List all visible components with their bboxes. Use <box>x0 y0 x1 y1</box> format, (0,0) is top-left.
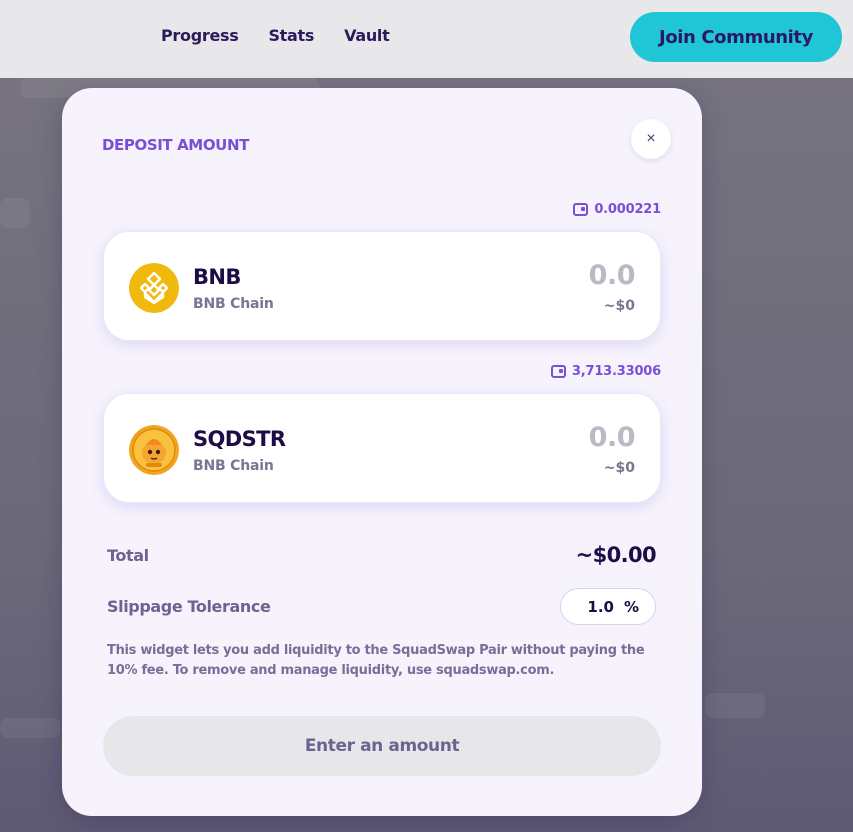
token-symbol: SQDSTR <box>193 427 286 451</box>
token-chain: BNB Chain <box>193 458 274 474</box>
close-button[interactable]: × <box>631 119 671 159</box>
token-chain: BNB Chain <box>193 296 274 312</box>
token-input-card[interactable]: BNB BNB Chain 0.0 ~$0 <box>103 231 661 341</box>
wallet-balance: 0.000221 <box>573 202 661 217</box>
main-nav: Progress Stats Vault <box>161 26 390 45</box>
nav-link-progress[interactable]: Progress <box>161 26 239 45</box>
background-blur <box>705 693 765 718</box>
wallet-balance-value: 3,713.33006 <box>571 364 661 379</box>
wallet-balance-value: 0.000221 <box>594 202 661 217</box>
nav-link-vault[interactable]: Vault <box>344 26 390 45</box>
enter-amount-button[interactable]: Enter an amount <box>103 716 661 776</box>
slippage-value: 1.0 <box>587 597 614 616</box>
top-navigation-bar: Progress Stats Vault Join Community <box>0 0 853 78</box>
wallet-balance: 3,713.33006 <box>550 364 661 379</box>
slippage-label: Slippage Tolerance <box>107 597 271 616</box>
background-blur <box>0 718 60 738</box>
background-blur <box>0 198 30 228</box>
info-text: This widget lets you add liquidity to th… <box>107 643 645 678</box>
wallet-icon <box>550 365 566 378</box>
total-value: ~$0.00 <box>575 543 657 567</box>
close-icon: × <box>646 130 656 147</box>
wallet-icon <box>573 203 589 216</box>
join-community-button[interactable]: Join Community <box>630 12 842 62</box>
token-amount-input[interactable]: 0.0 <box>589 422 636 453</box>
deposit-modal: DEPOSIT AMOUNT × 0.000221 BNB BNB Chain … <box>62 88 702 816</box>
sqdstr-icon <box>129 425 179 475</box>
slippage-input[interactable]: 1.0 % <box>560 588 656 625</box>
nav-link-stats[interactable]: Stats <box>268 26 314 45</box>
token-symbol: BNB <box>193 265 241 289</box>
token-amount-input[interactable]: 0.0 <box>589 260 636 291</box>
slippage-unit: % <box>623 597 639 616</box>
token-usd-value: ~$0 <box>603 298 635 314</box>
token-input-card[interactable]: SQDSTR BNB Chain 0.0 ~$0 <box>103 393 661 503</box>
token-usd-value: ~$0 <box>603 460 635 476</box>
total-label: Total <box>107 546 149 565</box>
bnb-icon <box>129 263 179 313</box>
modal-title: DEPOSIT AMOUNT <box>102 136 249 154</box>
